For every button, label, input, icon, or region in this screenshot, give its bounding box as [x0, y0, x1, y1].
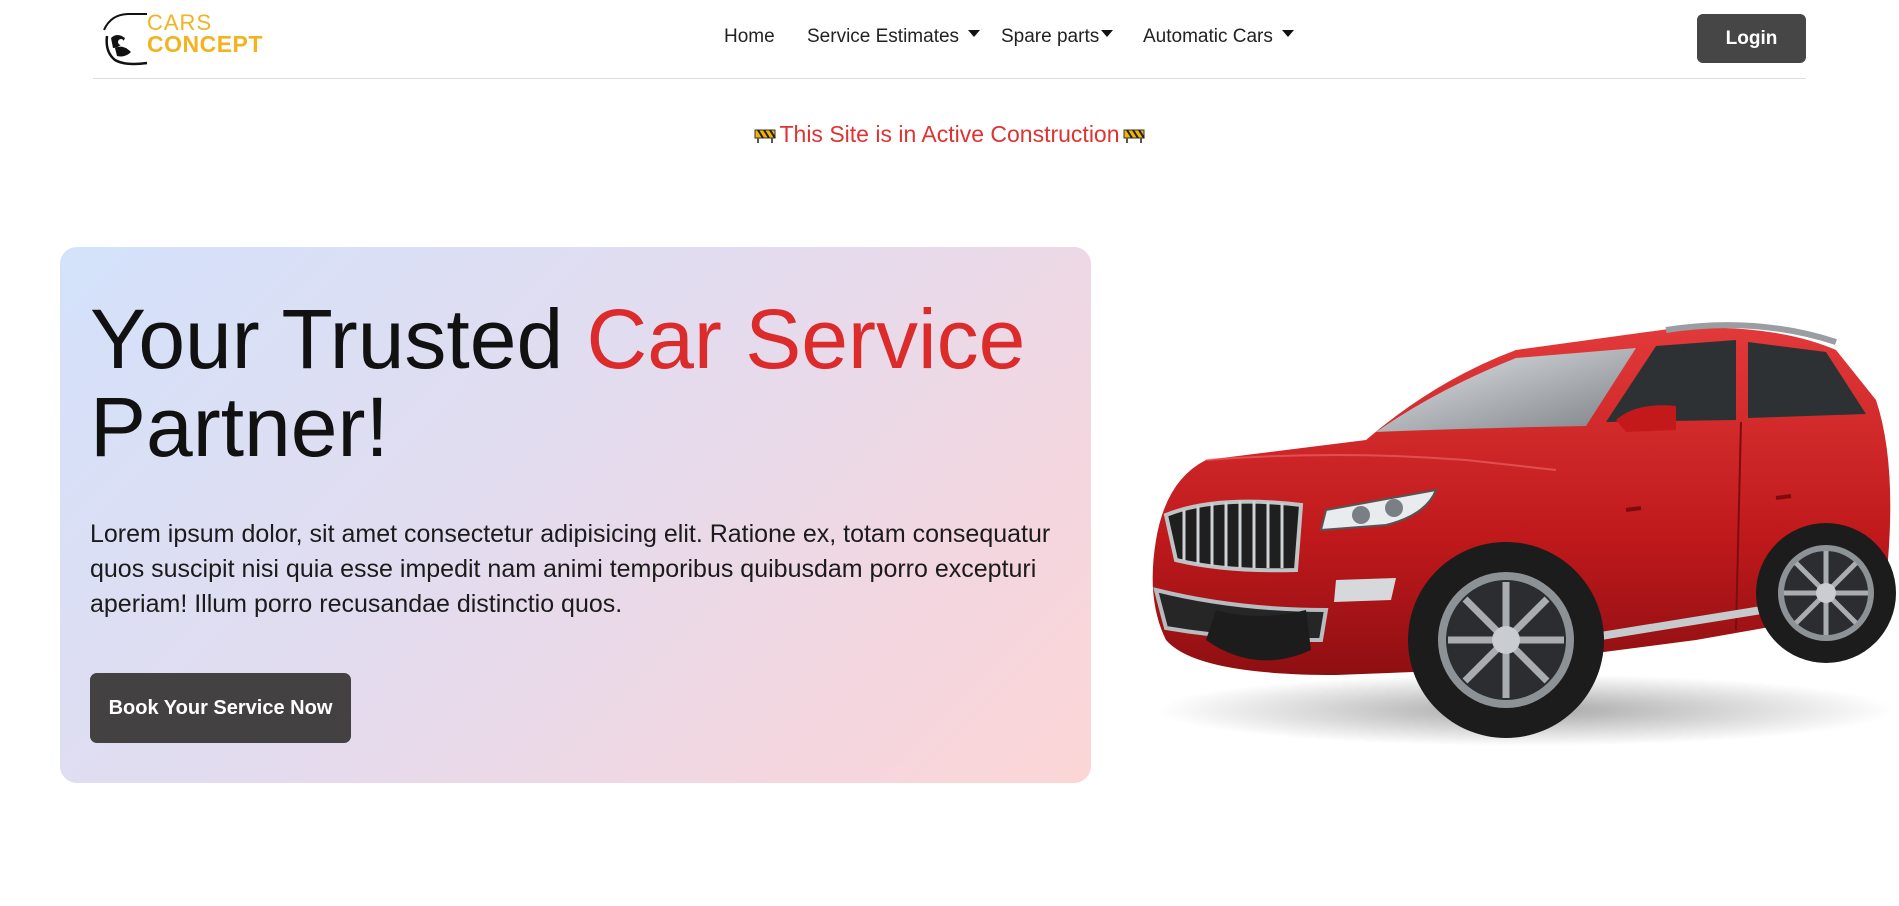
nav-home-label: Home [724, 26, 775, 47]
nav-service-estimates[interactable]: Service Estimates [807, 26, 981, 48]
nav-spare-parts[interactable]: Spare parts [1001, 26, 1114, 48]
hero-description: Lorem ipsum dolor, sit amet consectetur … [90, 520, 1051, 618]
nav-service-estimates-label: Service Estimates [807, 26, 960, 47]
site-header: CARS CONCEPT Home Service Estimates Spar… [93, 0, 1806, 79]
construction-text: This Site is in Active Construction [779, 121, 1120, 147]
red-suv-image [1152, 322, 1896, 746]
main-nav: Home Service Estimates Spare parts Autom… [93, 0, 1806, 78]
nav-spare-parts-label: Spare parts [1001, 26, 1100, 47]
construction-banner: This Site is in Active Construction [0, 121, 1899, 148]
caret-down-icon [1101, 30, 1114, 38]
caret-down-icon [968, 30, 981, 38]
hero-title-accent: Car Service [586, 292, 1026, 386]
hero-title-part1: Your Trusted [90, 292, 587, 386]
book-service-button[interactable]: Book Your Service Now [90, 673, 351, 743]
construction-sign-icon [1123, 129, 1145, 144]
nav-automatic-cars[interactable]: Automatic Cars [1143, 26, 1294, 48]
hero-card: Your Trusted Car Service Partner! Lorem i… [60, 247, 1091, 783]
nav-automatic-cars-label: Automatic Cars [1143, 26, 1273, 47]
nav-home[interactable]: Home [724, 26, 775, 48]
hero-title: Your Trusted Car Service Partner! [90, 295, 1070, 471]
caret-down-icon [1281, 30, 1294, 38]
login-button[interactable]: Login [1697, 14, 1806, 63]
construction-sign-icon [754, 129, 777, 144]
hero-title-part2: Partner! [90, 380, 389, 474]
